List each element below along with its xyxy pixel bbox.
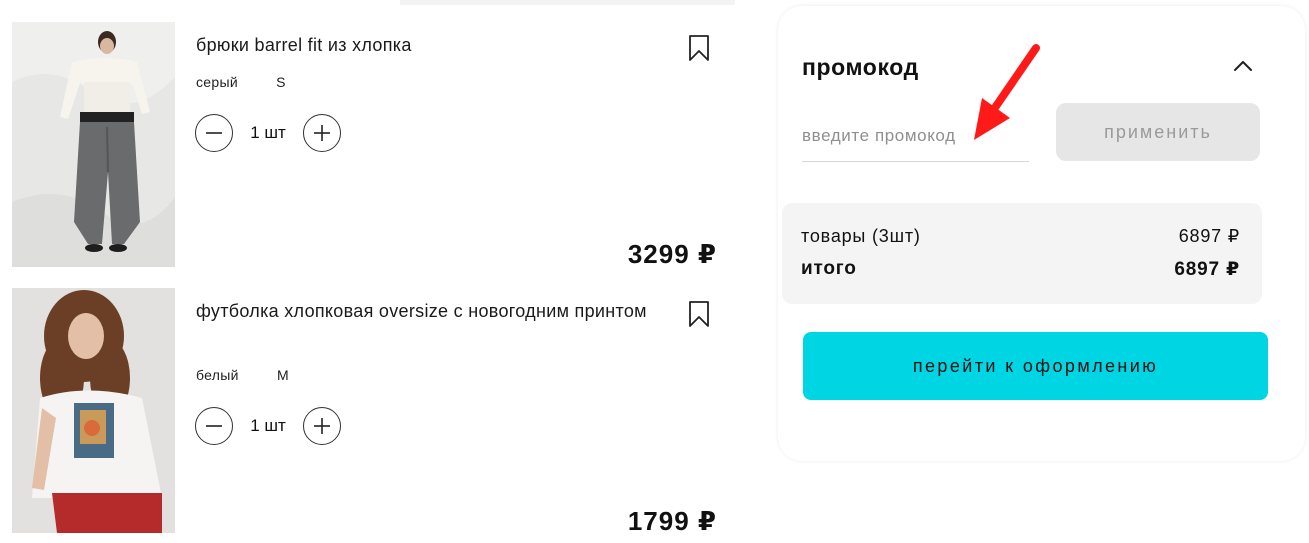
increase-quantity-button[interactable] (303, 407, 341, 445)
product-image[interactable] (12, 22, 175, 267)
product-color: серый (196, 74, 238, 90)
plus-icon (314, 125, 330, 141)
goods-row: товары (3шт) 6897 ₽ (801, 226, 1240, 247)
increase-quantity-button[interactable] (303, 114, 341, 152)
decrease-quantity-button[interactable] (195, 114, 233, 152)
quantity-stepper: 1 шт (195, 112, 341, 154)
quantity-value: 1 шт (250, 123, 286, 142)
checkout-button[interactable]: перейти к оформлению (803, 332, 1268, 400)
promo-title: промокод (802, 54, 919, 80)
decrease-quantity-button[interactable] (195, 407, 233, 445)
cart-item: футболка хлопковая oversize с новогодним… (0, 288, 760, 536)
minus-icon (206, 132, 222, 134)
top-divider (400, 0, 735, 5)
product-attributes: белый M (196, 367, 289, 383)
bookmark-icon[interactable] (688, 34, 710, 62)
total-row: итого 6897 ₽ (801, 258, 1240, 281)
product-color: белый (196, 367, 239, 383)
totals-box: товары (3шт) 6897 ₽ итого 6897 ₽ (782, 203, 1262, 304)
product-size: S (276, 74, 286, 90)
product-attributes: серый S (196, 74, 286, 90)
goods-label: товары (3шт) (801, 226, 921, 246)
goods-value: 6897 ₽ (1178, 226, 1240, 246)
product-price: 1799 ₽ (627, 506, 717, 536)
product-title[interactable]: брюки barrel fit из хлопка (196, 32, 666, 59)
annotation-arrow-icon (974, 44, 1040, 140)
quantity-stepper: 1 шт (195, 405, 341, 447)
plus-icon (314, 418, 330, 434)
product-size: M (276, 367, 289, 383)
product-price: 3299 ₽ (627, 239, 717, 269)
total-label: итого (801, 258, 857, 279)
quantity-value: 1 шт (250, 416, 286, 435)
product-title[interactable]: футболка хлопковая oversize с новогодним… (196, 298, 666, 325)
apply-promo-button[interactable]: применить (1056, 103, 1260, 161)
cart-item: брюки barrel fit из хлопка серый S 1 шт … (0, 22, 760, 269)
chevron-up-icon[interactable] (1232, 58, 1254, 74)
minus-icon (206, 425, 222, 427)
total-value: 6897 ₽ (1174, 259, 1240, 280)
bookmark-icon[interactable] (688, 300, 710, 328)
product-image[interactable] (12, 288, 175, 533)
